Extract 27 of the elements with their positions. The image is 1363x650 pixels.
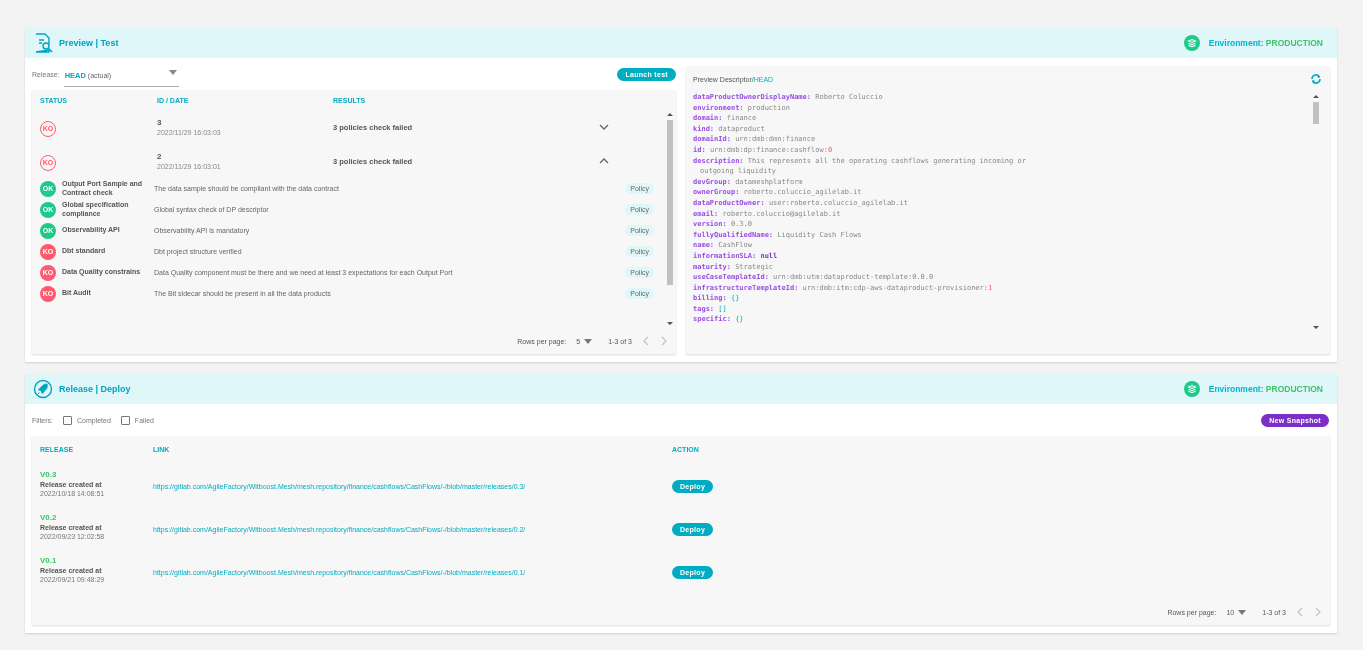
- caret-icon: [1238, 609, 1247, 615]
- chevron-up-icon[interactable]: [599, 158, 609, 164]
- environment-label: Environment: PRODUCTION: [1208, 384, 1323, 394]
- run-id: 3: [157, 118, 163, 127]
- next-page-icon[interactable]: [1314, 607, 1322, 617]
- previous-page-icon[interactable]: [642, 336, 650, 346]
- checkbox[interactable]: [63, 415, 72, 425]
- caret-icon: [168, 70, 177, 75]
- chevron-down-icon[interactable]: [599, 124, 609, 130]
- stack-icon: [1183, 381, 1200, 397]
- scrollbar-icon: [1312, 92, 1320, 332]
- section-title: Preview | Test: [59, 38, 119, 48]
- environment-label: Environment: PRODUCTION: [1208, 38, 1323, 48]
- release-version: V0.2: [40, 513, 58, 522]
- next-page-icon[interactable]: [660, 336, 668, 346]
- rocket-icon: [33, 379, 53, 399]
- release-version: V0.3: [40, 470, 58, 479]
- document-search-icon: [33, 33, 53, 53]
- stack-icon: [1183, 35, 1200, 51]
- refresh-icon[interactable]: [1310, 73, 1322, 85]
- section-title: Release | Deploy: [59, 384, 131, 394]
- run-id: 2: [157, 152, 163, 161]
- release-version: V0.1: [40, 556, 58, 565]
- checkbox[interactable]: [120, 415, 130, 425]
- caret-icon: [584, 338, 593, 344]
- scrollbar-icon: [666, 110, 674, 328]
- previous-page-icon[interactable]: [1296, 607, 1304, 617]
